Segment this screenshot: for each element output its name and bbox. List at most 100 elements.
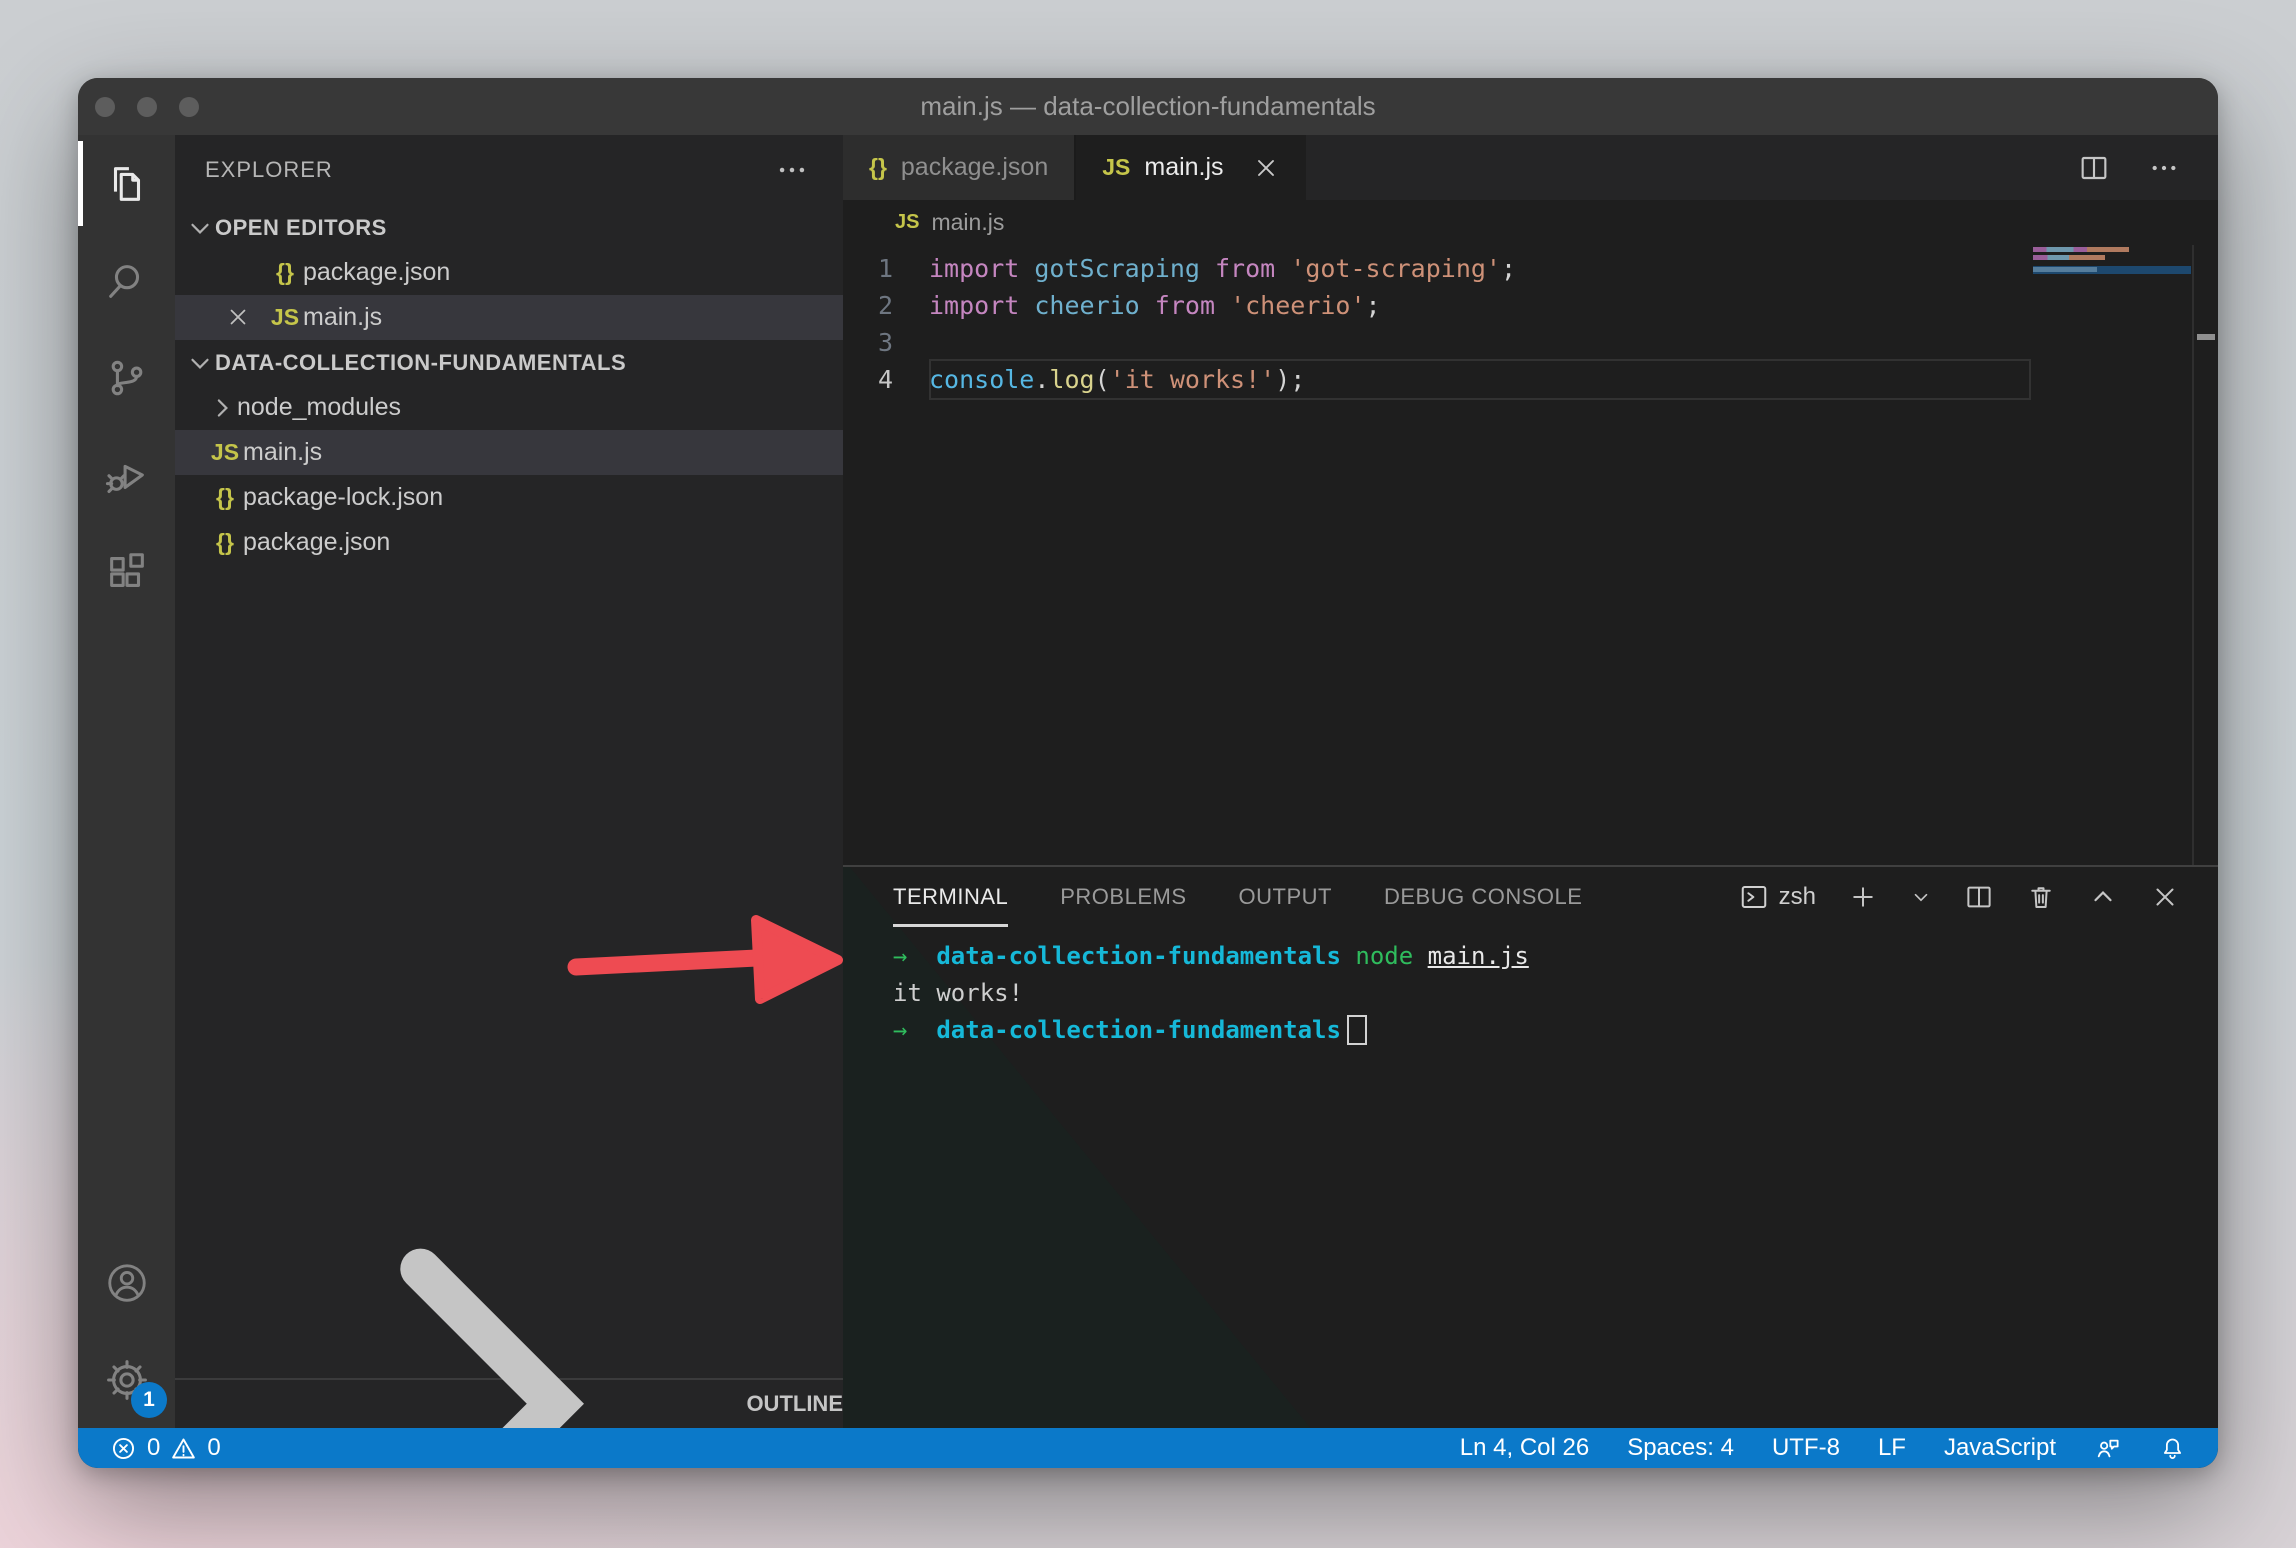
close-panel-icon[interactable]	[2150, 882, 2180, 912]
activity-bar-extensions[interactable]	[78, 523, 175, 620]
panel-header: TERMINAL PROBLEMS OUTPUT DEBUG CONSOLE z…	[843, 867, 2218, 927]
activity-bar-account[interactable]	[78, 1234, 175, 1331]
minimap-line	[2033, 247, 2129, 252]
code-token: );	[1275, 365, 1305, 394]
code-token: .	[1034, 365, 1049, 394]
sidebar-title: EXPLORER	[205, 157, 333, 183]
js-file-icon: JS	[267, 304, 303, 331]
minimap-line	[2033, 255, 2105, 260]
minimap-current-line	[2033, 266, 2191, 274]
tab-main-js[interactable]: JS main.js	[1076, 135, 1305, 200]
tree-item-main-js[interactable]: JS main.js	[175, 430, 843, 475]
js-file-icon: JS	[1102, 154, 1130, 181]
workspace-folder-header[interactable]: DATA-COLLECTION-FUNDAMENTALS	[175, 340, 843, 385]
notifications-bell-icon[interactable]	[2159, 1435, 2186, 1462]
line-number: 3	[843, 328, 893, 357]
window-titlebar[interactable]: main.js — data-collection-fundamentals	[78, 78, 2218, 135]
split-editor-icon[interactable]	[2078, 152, 2110, 184]
terminal-line: it works!	[893, 974, 2218, 1011]
terminal-token	[1413, 942, 1427, 970]
activity-bar-search[interactable]	[78, 232, 175, 329]
open-editor-main-js[interactable]: JS main.js	[175, 295, 843, 340]
terminal-token: node	[1355, 942, 1413, 970]
chevron-right-icon	[207, 1134, 746, 1468]
terminal-output[interactable]: → data-collection-fundamentals node main…	[843, 927, 2218, 1048]
code-token: console	[929, 365, 1034, 394]
terminal-shell-selector[interactable]: zsh	[1739, 882, 1816, 912]
line-number: 2	[843, 291, 893, 320]
terminal-token	[1341, 942, 1355, 970]
more-actions-icon[interactable]	[775, 153, 809, 187]
tab-terminal[interactable]: TERMINAL	[893, 867, 1008, 927]
language-mode[interactable]: JavaScript	[1944, 1434, 2056, 1462]
code-token	[1215, 291, 1230, 320]
overview-ruler-marker	[2197, 334, 2215, 340]
code-token: import	[929, 254, 1019, 283]
activity-bar-settings[interactable]: 1	[78, 1331, 175, 1428]
terminal-token: →	[893, 942, 936, 970]
close-tab-icon[interactable]	[1252, 154, 1280, 182]
cursor-position[interactable]: Ln 4, Col 26	[1460, 1434, 1589, 1462]
encoding-status[interactable]: UTF-8	[1772, 1434, 1840, 1462]
open-editor-package-json[interactable]: {} package.json	[175, 250, 843, 295]
code-token: 'it works!'	[1110, 365, 1276, 394]
terminal-line: → data-collection-fundamentals	[893, 1011, 2218, 1048]
code-token: 'got-scraping'	[1290, 254, 1501, 283]
js-file-icon: JS	[207, 439, 243, 466]
chevron-down-icon	[185, 348, 215, 378]
code-token: gotScraping	[1019, 254, 1200, 283]
feedback-icon[interactable]	[2094, 1435, 2121, 1462]
new-terminal-icon[interactable]	[1848, 882, 1878, 912]
terminal-token: data-collection-fundamentals	[936, 1016, 1341, 1044]
tree-item-node-modules[interactable]: node_modules	[175, 385, 843, 430]
eol-status[interactable]: LF	[1878, 1434, 1906, 1462]
json-file-icon: {}	[869, 154, 887, 181]
tree-item-package-lock-json[interactable]: {} package-lock.json	[175, 475, 843, 520]
tab-package-json[interactable]: {} package.json	[843, 135, 1076, 200]
code-token: from	[1140, 291, 1215, 320]
more-actions-icon[interactable]	[2148, 152, 2180, 184]
activity-bar-source-control[interactable]	[78, 329, 175, 426]
code-token: from	[1200, 254, 1275, 283]
terminal-cursor	[1347, 1015, 1367, 1045]
indentation-status[interactable]: Spaces: 4	[1627, 1434, 1734, 1462]
terminal-token: data-collection-fundamentals	[936, 942, 1341, 970]
problems-status[interactable]: 0 0	[110, 1434, 221, 1462]
vscode-window: main.js — data-collection-fundamentals	[78, 78, 2218, 1468]
chevron-down-icon	[185, 213, 215, 243]
overview-ruler[interactable]	[2192, 245, 2218, 865]
activity-bar-run-debug[interactable]	[78, 426, 175, 523]
warning-count: 0	[207, 1434, 220, 1462]
line-number: 4	[843, 365, 893, 394]
outline-section-header[interactable]: OUTLINE	[175, 1378, 843, 1428]
activity-bar: 1	[78, 135, 175, 1428]
breadcrumb[interactable]: JS main.js	[843, 200, 2218, 245]
open-editors-header[interactable]: OPEN EDITORS	[175, 205, 843, 250]
code-line: 3	[843, 324, 2218, 361]
minimap[interactable]	[2033, 247, 2191, 274]
launch-profile-dropdown-icon[interactable]	[1910, 886, 1932, 908]
tree-item-package-json[interactable]: {} package.json	[175, 520, 843, 565]
account-icon	[104, 1260, 150, 1306]
editor-tab-bar: {} package.json JS main.js	[843, 135, 2218, 200]
maximize-panel-icon[interactable]	[2088, 882, 2118, 912]
js-file-icon: JS	[895, 211, 919, 234]
code-line: 1 import gotScraping from 'got-scraping'…	[843, 250, 2218, 287]
code-editor[interactable]: 1 import gotScraping from 'got-scraping'…	[843, 245, 2218, 865]
split-terminal-icon[interactable]	[1964, 882, 1994, 912]
tab-debug-console[interactable]: DEBUG CONSOLE	[1384, 867, 1582, 927]
json-file-icon: {}	[207, 484, 243, 511]
activity-bar-explorer[interactable]	[78, 135, 175, 232]
extensions-icon	[104, 549, 150, 595]
shell-label: zsh	[1779, 883, 1816, 911]
code-token: import	[929, 291, 1019, 320]
close-editor-icon[interactable]	[225, 304, 261, 332]
code-token: log	[1049, 365, 1094, 394]
terminal-line: → data-collection-fundamentals node main…	[893, 937, 2218, 974]
tab-problems[interactable]: PROBLEMS	[1060, 867, 1186, 927]
kill-terminal-icon[interactable]	[2026, 882, 2056, 912]
code-token: ;	[1366, 291, 1381, 320]
tab-output[interactable]: OUTPUT	[1239, 867, 1332, 927]
search-icon	[104, 258, 150, 304]
status-bar: 0 0 Ln 4, Col 26 Spaces: 4 UTF-8 LF Java…	[78, 1428, 2218, 1468]
